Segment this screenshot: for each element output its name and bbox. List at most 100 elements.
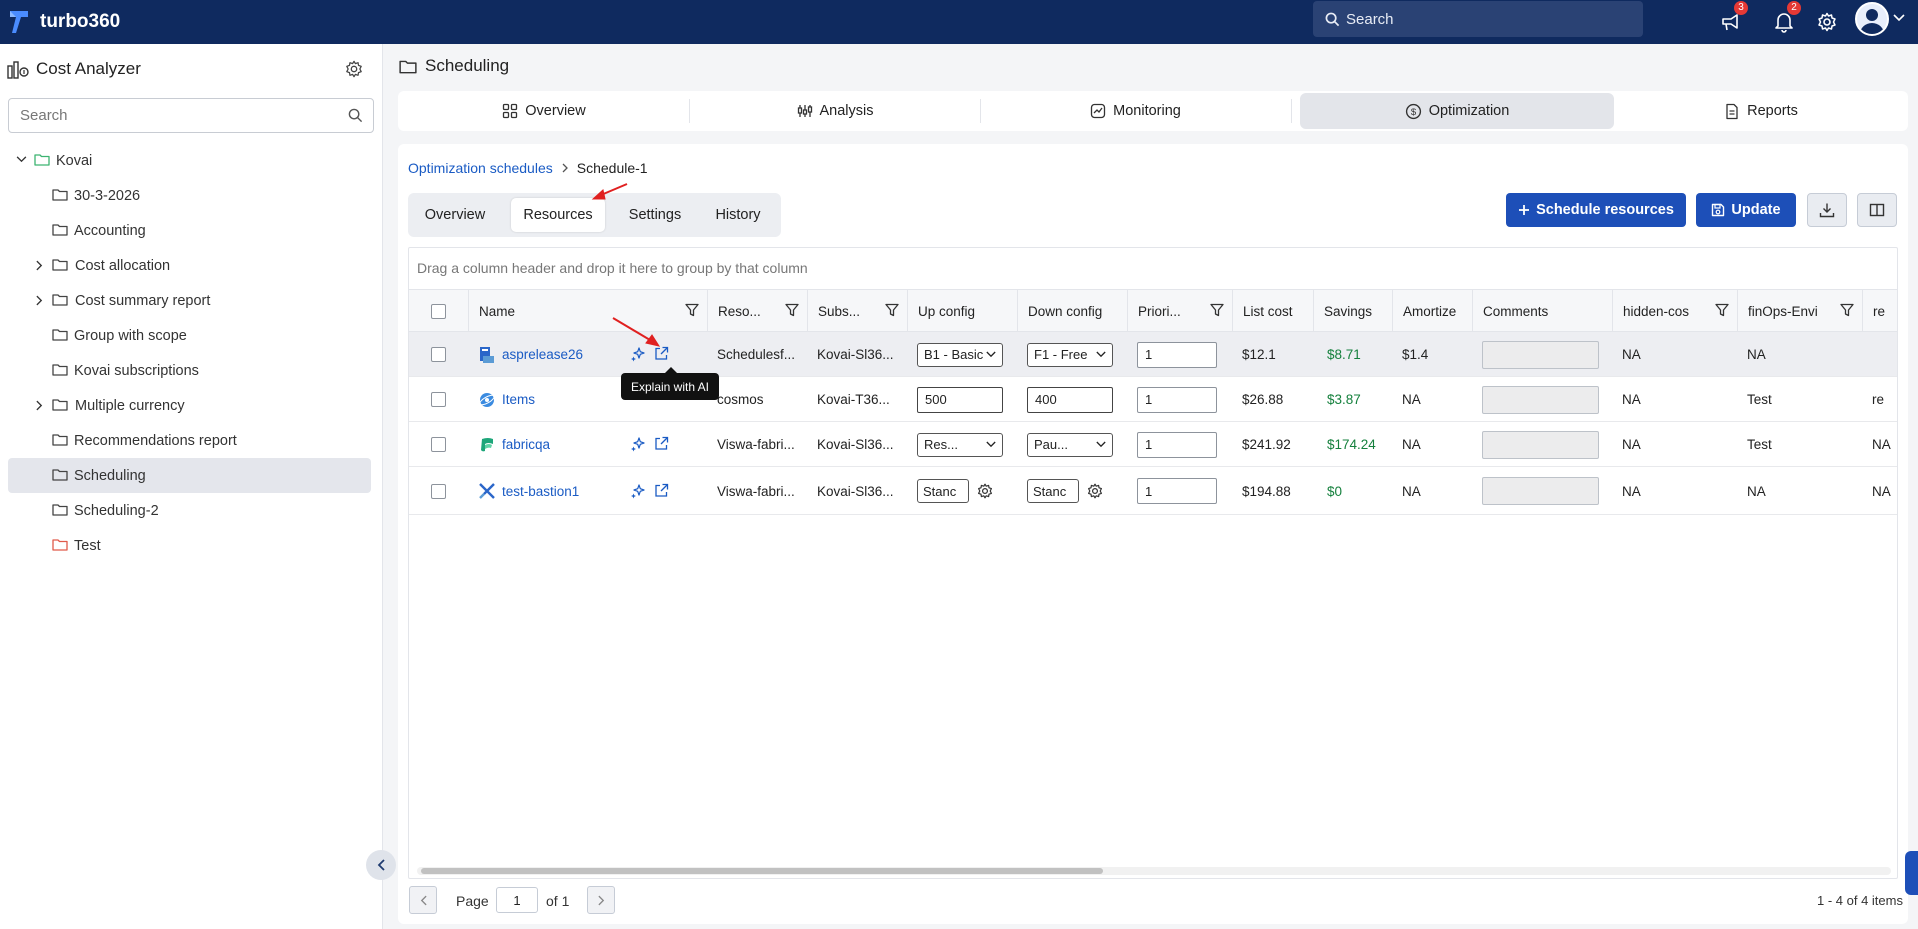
column-header-amortize[interactable]: Amortize xyxy=(1392,290,1472,332)
priority-input[interactable]: 1 xyxy=(1137,431,1217,458)
tree-item-group-with-scope[interactable]: Group with scope xyxy=(0,318,383,353)
chevron-right-icon[interactable] xyxy=(36,400,43,411)
column-header-up-config[interactable]: Up config xyxy=(907,290,1017,332)
comments-input[interactable] xyxy=(1482,340,1599,369)
select-all-checkbox[interactable] xyxy=(431,303,446,319)
comments-input[interactable] xyxy=(1482,477,1599,505)
filter-icon[interactable] xyxy=(1210,303,1224,317)
down-config-input[interactable]: 400 xyxy=(1027,386,1113,413)
down-config-select[interactable]: F1 - Free xyxy=(1027,342,1113,367)
next-page-button[interactable] xyxy=(587,886,615,914)
up-config-select[interactable]: Res... xyxy=(917,432,1003,457)
tree-root-kovai[interactable]: Kovai xyxy=(0,143,383,178)
column-header-finops-env[interactable]: finOps-Envi xyxy=(1737,290,1862,332)
up-config-select[interactable]: B1 - Basic xyxy=(917,342,1003,367)
settings-button[interactable] xyxy=(1813,8,1841,36)
user-avatar-icon[interactable] xyxy=(1855,2,1889,36)
subtab-overview[interactable]: Overview xyxy=(408,198,502,232)
tree-item-30-3-2026[interactable]: 30-3-2026 xyxy=(0,178,383,213)
chevron-right-icon[interactable] xyxy=(36,295,43,306)
tree-item-cost-summary-report[interactable]: Cost summary report xyxy=(0,283,383,318)
side-panel-handle[interactable] xyxy=(1905,851,1918,895)
subtab-resources[interactable]: Resources xyxy=(511,198,605,232)
tab-overview[interactable]: Overview xyxy=(398,91,690,131)
tree-item-scheduling[interactable]: Scheduling xyxy=(8,458,371,493)
external-link-icon[interactable] xyxy=(654,436,669,451)
external-link-icon[interactable] xyxy=(654,483,669,498)
column-header-down-config[interactable]: Down config xyxy=(1017,290,1127,332)
up-config-input[interactable]: Stanc xyxy=(917,479,969,503)
scrollbar-thumb[interactable] xyxy=(421,868,1103,874)
column-header-priority[interactable]: Priori... xyxy=(1127,290,1232,332)
column-header-hidden-cost[interactable]: hidden-cos xyxy=(1612,290,1737,332)
gear-icon[interactable] xyxy=(977,483,993,499)
column-header-list-cost[interactable]: List cost xyxy=(1232,290,1313,332)
column-header-subscription[interactable]: Subs... xyxy=(807,290,907,332)
row-checkbox[interactable] xyxy=(431,483,446,499)
priority-input[interactable]: 1 xyxy=(1137,478,1217,504)
tree-item-scheduling-2[interactable]: Scheduling-2 xyxy=(0,493,383,528)
column-header-resource-group[interactable]: Reso... xyxy=(707,290,807,332)
global-search[interactable]: Search xyxy=(1313,1,1643,37)
row-checkbox[interactable] xyxy=(431,392,446,407)
download-button[interactable] xyxy=(1807,193,1847,227)
table-row[interactable]: fabricqa Viswa-fabri... Kovai-Sl36... Re… xyxy=(409,422,1897,467)
app-logo[interactable]: turbo360 xyxy=(8,9,120,35)
resource-name-link[interactable]: test-bastion1 xyxy=(502,484,579,499)
collapse-sidebar-button[interactable] xyxy=(366,850,396,880)
tree-item-accounting[interactable]: Accounting xyxy=(0,213,383,248)
external-link-icon[interactable] xyxy=(654,346,669,361)
priority-input[interactable]: 1 xyxy=(1137,386,1217,413)
down-config-input[interactable]: Stanc xyxy=(1027,479,1079,503)
previous-page-button[interactable] xyxy=(409,886,437,914)
tree-item-test[interactable]: Test xyxy=(0,528,383,563)
tree-item-multiple-currency[interactable]: Multiple currency xyxy=(0,388,383,423)
filter-icon[interactable] xyxy=(885,303,899,317)
sidebar-search-input[interactable]: Search xyxy=(8,98,374,133)
tab-reports[interactable]: Reports xyxy=(1614,91,1908,131)
row-checkbox[interactable] xyxy=(431,347,446,362)
update-button[interactable]: Update xyxy=(1696,193,1796,227)
chevron-right-icon[interactable] xyxy=(36,260,43,271)
tab-monitoring[interactable]: Monitoring xyxy=(980,91,1291,131)
column-chooser-button[interactable] xyxy=(1857,193,1897,227)
resource-name-link[interactable]: fabricqa xyxy=(502,437,550,452)
resource-name-link[interactable]: Items xyxy=(502,392,535,407)
notifications-button[interactable]: 2 xyxy=(1770,1,1801,36)
filter-icon[interactable] xyxy=(1840,303,1854,317)
schedule-resources-button[interactable]: Schedule resources xyxy=(1506,193,1686,227)
column-header-comments[interactable]: Comments xyxy=(1472,290,1612,332)
table-row[interactable]: test-bastion1 Viswa-fabri... Kovai-Sl36.… xyxy=(409,467,1897,515)
column-header-name[interactable]: Name xyxy=(468,290,707,332)
row-checkbox[interactable] xyxy=(431,437,446,452)
filter-icon[interactable] xyxy=(785,303,799,317)
comments-input[interactable] xyxy=(1482,430,1599,459)
chevron-down-icon[interactable] xyxy=(16,156,27,163)
filter-icon[interactable] xyxy=(1715,303,1729,317)
tab-analysis[interactable]: Analysis xyxy=(690,91,980,131)
gear-icon[interactable] xyxy=(1087,483,1103,499)
tree-item-kovai-subscriptions[interactable]: Kovai subscriptions xyxy=(0,353,383,388)
page-number-input[interactable]: 1 xyxy=(496,887,538,913)
resource-name-link[interactable]: asprelease26 xyxy=(502,347,583,362)
filter-icon[interactable] xyxy=(685,303,699,317)
tree-item-cost-allocation[interactable]: Cost allocation xyxy=(0,248,383,283)
priority-input[interactable]: 1 xyxy=(1137,341,1217,368)
ai-sparkle-icon[interactable] xyxy=(630,436,646,452)
table-row[interactable]: asprelease26 Schedulesf... Kovai-Sl36...… xyxy=(409,332,1897,377)
subtab-settings[interactable]: Settings xyxy=(608,198,702,232)
chevron-down-icon[interactable] xyxy=(1893,14,1905,22)
gear-icon[interactable] xyxy=(345,60,363,78)
subtab-history[interactable]: History xyxy=(695,198,781,232)
horizontal-scrollbar[interactable] xyxy=(417,867,1891,875)
breadcrumb-link-optimization-schedules[interactable]: Optimization schedules xyxy=(408,160,553,176)
tab-optimization[interactable]: $ Optimization xyxy=(1300,93,1614,129)
ai-sparkle-icon[interactable] xyxy=(630,483,646,499)
column-header-savings[interactable]: Savings xyxy=(1313,290,1392,332)
group-by-panel[interactable]: Drag a column header and drop it here to… xyxy=(409,248,1897,290)
ai-sparkle-icon[interactable] xyxy=(630,346,646,362)
column-header-extra[interactable]: re xyxy=(1862,290,1897,332)
tree-item-recommendations-report[interactable]: Recommendations report xyxy=(0,423,383,458)
down-config-select[interactable]: Pau... xyxy=(1027,432,1113,457)
up-config-input[interactable]: 500 xyxy=(917,386,1003,413)
